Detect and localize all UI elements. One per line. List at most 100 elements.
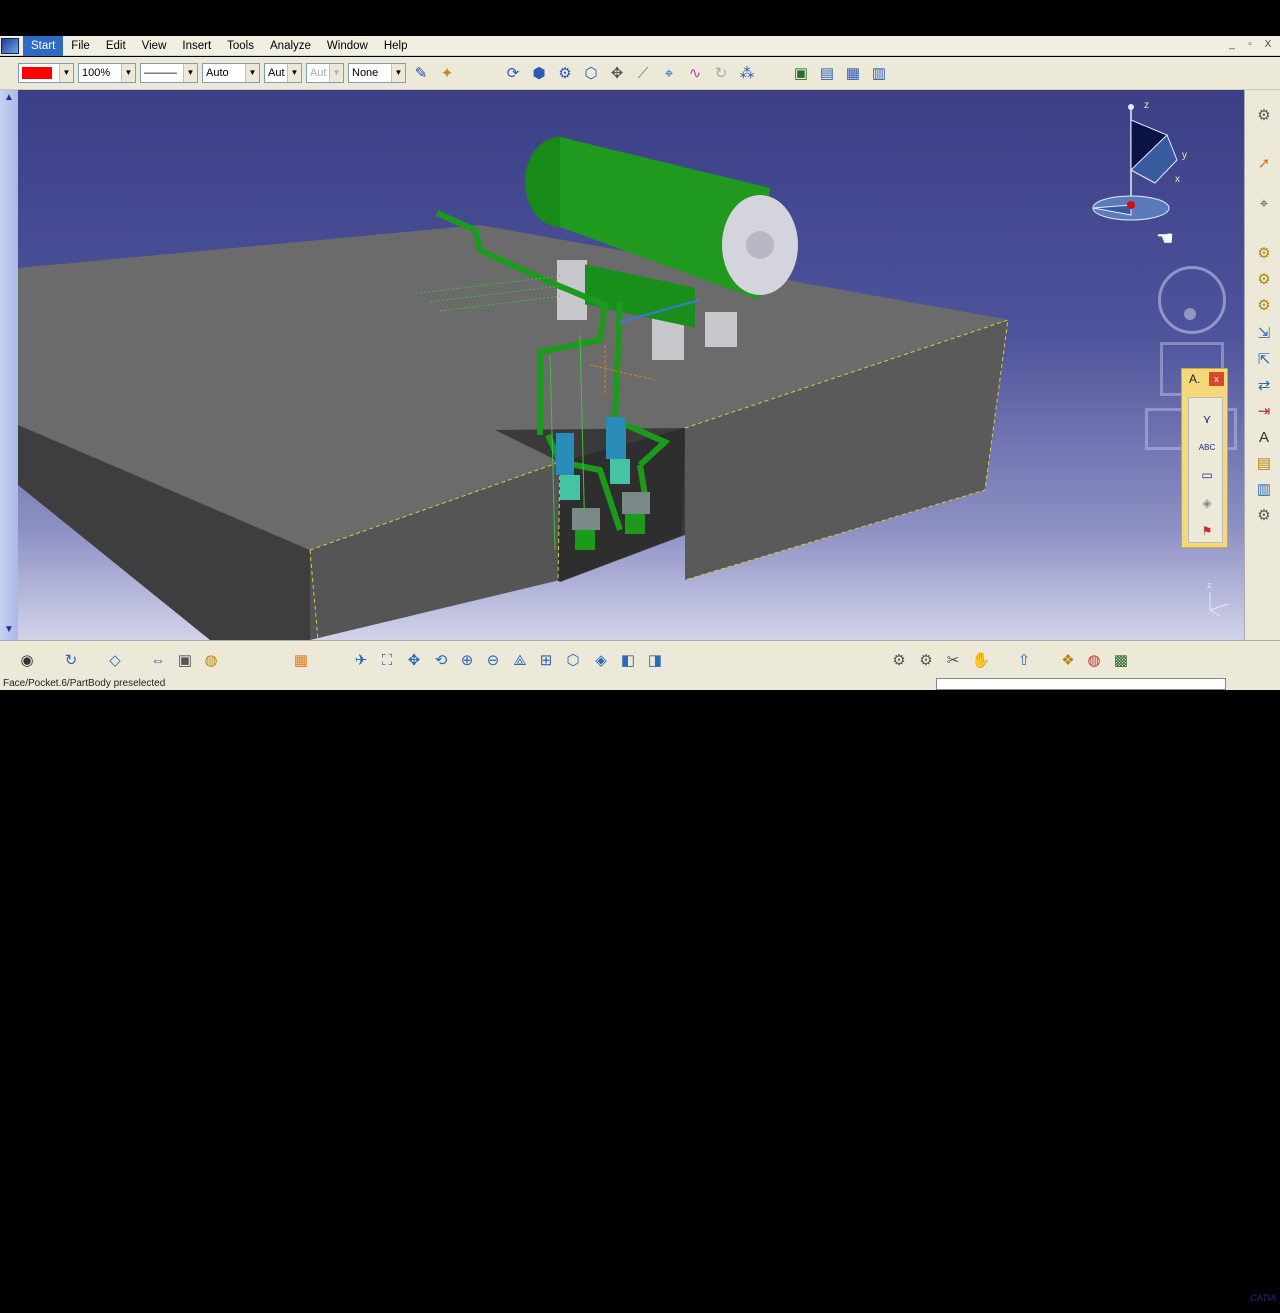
- catalog-icon[interactable]: ▣: [790, 62, 812, 84]
- menu-file[interactable]: File: [63, 36, 98, 56]
- thickness-combo[interactable]: Auto ▼: [202, 63, 260, 83]
- settings-icon[interactable]: ⚙: [1253, 504, 1275, 526]
- text-annotation-icon[interactable]: ABC: [1196, 436, 1218, 458]
- network-icon[interactable]: ⁂: [736, 62, 758, 84]
- measure-tool-icon[interactable]: ⌖: [1253, 192, 1275, 214]
- publish-icon[interactable]: ⇧: [1013, 649, 1035, 671]
- zoom-out-icon[interactable]: ⊖: [482, 649, 504, 671]
- close-button[interactable]: X: [1260, 38, 1276, 52]
- move-icon[interactable]: ✥: [606, 62, 628, 84]
- multi-view-icon[interactable]: ⊞: [535, 649, 557, 671]
- zoom-in-icon[interactable]: ⊕: [456, 649, 478, 671]
- select-arrow-icon[interactable]: ➚: [1253, 152, 1275, 174]
- stack-icon[interactable]: ▥: [1253, 478, 1275, 500]
- pan-icon[interactable]: ✥: [403, 649, 425, 671]
- scroll-up-icon[interactable]: ▲: [2, 92, 16, 104]
- chevron-down-icon[interactable]: ▼: [183, 64, 197, 82]
- annotation-panel-close-button[interactable]: x: [1209, 372, 1224, 386]
- menu-analyze[interactable]: Analyze: [262, 36, 319, 56]
- bottle-icon[interactable]: ◍: [200, 649, 222, 671]
- menu-view[interactable]: View: [134, 36, 175, 56]
- chevron-down-icon[interactable]: ▼: [121, 64, 135, 82]
- camera-icon[interactable]: ◉: [16, 649, 38, 671]
- fit-all-icon[interactable]: ⛶: [376, 649, 398, 671]
- equipment-icon[interactable]: ⬡: [580, 62, 602, 84]
- chevron-down-icon[interactable]: ▼: [391, 64, 405, 82]
- clash-icon[interactable]: ⚙: [915, 649, 937, 671]
- flip-icon[interactable]: ⟋: [632, 62, 654, 84]
- pump-outlet: [625, 514, 645, 534]
- menu-help[interactable]: Help: [376, 36, 416, 56]
- menu-tools[interactable]: Tools: [219, 36, 262, 56]
- menu-start[interactable]: Start: [23, 35, 64, 56]
- section-icon[interactable]: ✂: [942, 649, 964, 671]
- weld-symbol-icon[interactable]: ⋎: [1196, 408, 1218, 430]
- apply-material-icon[interactable]: ▩: [1110, 649, 1132, 671]
- annotation-toolbar-panel: A. x ⋎ ABC ▭ ◈ ⚑: [1181, 368, 1228, 548]
- menu-insert[interactable]: Insert: [174, 36, 219, 56]
- render-style-combo[interactable]: None ▼: [348, 63, 406, 83]
- 3d-compass[interactable]: [1085, 95, 1205, 235]
- menu-edit[interactable]: Edit: [98, 36, 134, 56]
- dimension-icon[interactable]: ⇔: [147, 649, 169, 671]
- swap-space-icon[interactable]: ◨: [644, 649, 666, 671]
- export-icon[interactable]: ⇲: [1253, 322, 1275, 344]
- pipe-routing-icon[interactable]: ⟳: [502, 62, 524, 84]
- spline-icon[interactable]: ∿: [684, 62, 706, 84]
- part-placement-icon[interactable]: ⬢: [528, 62, 550, 84]
- hand-tool-icon[interactable]: ✋: [970, 649, 992, 671]
- connect-parts-icon[interactable]: ⚙: [554, 62, 576, 84]
- hide-show-icon[interactable]: ◧: [617, 649, 639, 671]
- swap-icon[interactable]: ⇄: [1253, 374, 1275, 396]
- command-input[interactable]: [936, 678, 1226, 690]
- fly-mode-icon[interactable]: ✈: [350, 649, 372, 671]
- layers-icon[interactable]: ▤: [1253, 452, 1275, 474]
- gear-pair-icon[interactable]: ⚙: [1253, 104, 1275, 126]
- constraint-icon[interactable]: ⚙: [1253, 268, 1275, 290]
- measure-icon[interactable]: ⌖: [658, 62, 680, 84]
- scroll-down-icon[interactable]: ▼: [2, 624, 16, 636]
- color-combo[interactable]: ▼: [18, 63, 74, 83]
- menu-window[interactable]: Window: [319, 36, 376, 56]
- pump-body: [560, 475, 580, 500]
- transparency-combo[interactable]: 100% ▼: [78, 63, 136, 83]
- assembly-icon[interactable]: ⚙: [1253, 294, 1275, 316]
- navigation-ring[interactable]: [1158, 266, 1226, 334]
- update-icon[interactable]: ↻: [60, 649, 82, 671]
- line-type-combo[interactable]: ——— ▼: [140, 63, 198, 83]
- marker-icon[interactable]: ⚑: [1196, 520, 1218, 542]
- analysis-icon[interactable]: ⚙: [888, 649, 910, 671]
- part-icon[interactable]: ▣: [174, 649, 196, 671]
- copy-format-icon[interactable]: ✦: [436, 62, 458, 84]
- chevron-down-icon[interactable]: ▼: [59, 64, 73, 82]
- refresh-icon[interactable]: ↻: [710, 62, 732, 84]
- thickness-value: Auto: [206, 67, 229, 79]
- iso-view-icon[interactable]: ⬡: [562, 649, 584, 671]
- transfer-icon[interactable]: ⇥: [1253, 400, 1275, 422]
- 3d-viewport[interactable]: z y x: [0, 90, 1244, 640]
- render-style-icon[interactable]: ◈: [590, 649, 612, 671]
- painter-icon[interactable]: ✎: [410, 62, 432, 84]
- grid-icon[interactable]: ▦: [290, 649, 312, 671]
- import-icon[interactable]: ⇱: [1253, 348, 1275, 370]
- color-swatch: [22, 67, 52, 79]
- chevron-down-icon[interactable]: ▼: [287, 64, 301, 82]
- report-icon[interactable]: ▥: [868, 62, 890, 84]
- catalog-browser-icon[interactable]: ❖: [1057, 649, 1079, 671]
- chevron-down-icon[interactable]: ▼: [245, 64, 259, 82]
- minimize-button[interactable]: _: [1224, 38, 1240, 52]
- table-icon[interactable]: ▦: [842, 62, 864, 84]
- sketch-plane-icon[interactable]: ◇: [104, 649, 126, 671]
- text-tool-icon[interactable]: A: [1253, 426, 1275, 448]
- catia-app-icon[interactable]: [1, 37, 19, 54]
- datum-icon[interactable]: ◈: [1196, 492, 1218, 514]
- library-icon[interactable]: ▤: [816, 62, 838, 84]
- material-icon[interactable]: ◍: [1083, 649, 1105, 671]
- rotate-icon[interactable]: ⟲: [430, 649, 452, 671]
- normal-view-icon[interactable]: ⟁: [509, 649, 531, 671]
- restore-button[interactable]: ▫: [1242, 38, 1258, 52]
- left-scrollbar[interactable]: ▲ ▼: [0, 90, 18, 640]
- flag-note-icon[interactable]: ▭: [1196, 464, 1218, 486]
- point-type-combo[interactable]: Aut ▼: [264, 63, 302, 83]
- mechanism-icon[interactable]: ⚙: [1253, 242, 1275, 264]
